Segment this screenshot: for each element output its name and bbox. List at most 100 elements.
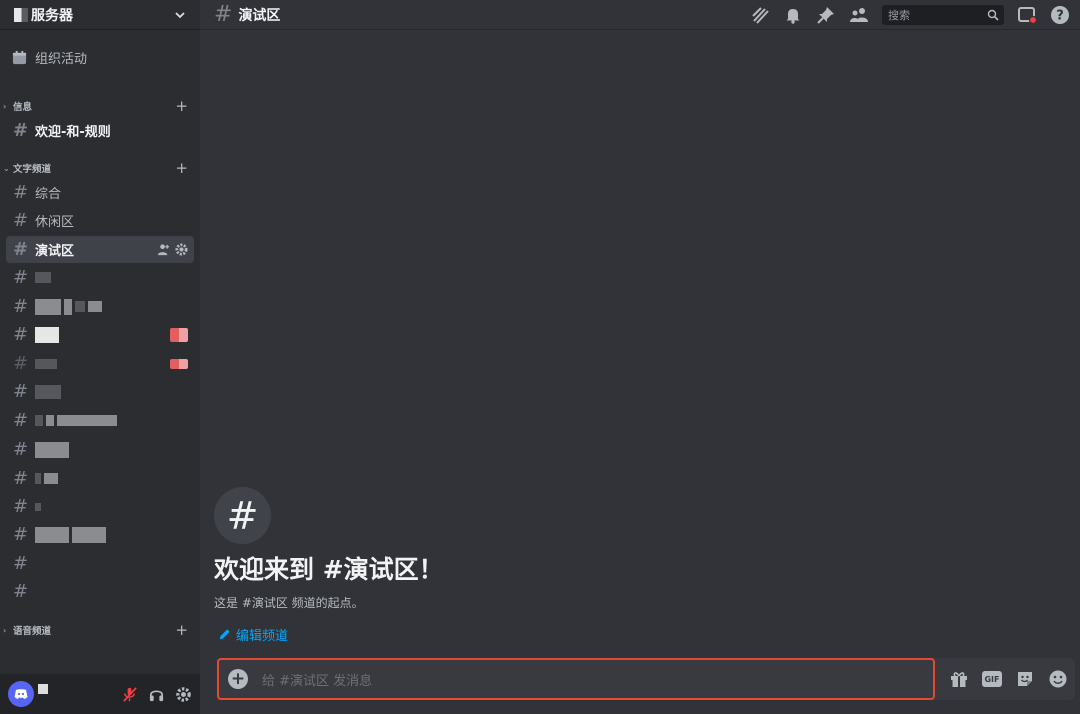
channel-label: 演试区 bbox=[35, 244, 75, 259]
hash-icon: # bbox=[13, 323, 29, 345]
channel-general[interactable]: # 综合 bbox=[6, 179, 194, 206]
hash-icon: # bbox=[13, 266, 29, 288]
sticker-icon[interactable] bbox=[1015, 669, 1035, 689]
channel-obscured[interactable]: # bbox=[6, 293, 194, 320]
gif-button[interactable]: GIF bbox=[982, 671, 1002, 687]
channel-hash-icon: # bbox=[214, 487, 271, 544]
mic-muted-icon[interactable] bbox=[121, 686, 138, 703]
hash-icon: # bbox=[13, 295, 29, 317]
obscured-label bbox=[35, 441, 69, 458]
category-label: 信息 bbox=[13, 102, 33, 113]
search-icon bbox=[987, 9, 999, 21]
members-icon[interactable] bbox=[849, 5, 869, 25]
channel-welcome-rules[interactable]: # 欢迎-和-规则 bbox=[6, 117, 194, 144]
message-placeholder: 给 #演试区 发消息 bbox=[262, 673, 373, 689]
channel-obscured[interactable]: # bbox=[6, 521, 194, 548]
hash-icon: # bbox=[13, 580, 29, 602]
hash-icon: # bbox=[13, 467, 29, 489]
chevron-down-icon: ⌄ bbox=[3, 163, 10, 173]
obscured-label bbox=[35, 502, 41, 511]
pin-icon[interactable] bbox=[816, 5, 836, 25]
inbox-icon[interactable] bbox=[1017, 5, 1037, 25]
chevron-right-icon: › bbox=[3, 625, 7, 635]
hash-icon: # bbox=[13, 352, 29, 374]
bell-icon[interactable] bbox=[783, 5, 803, 25]
category-label: 语音频道 bbox=[13, 626, 52, 637]
channel-obscured[interactable]: # bbox=[6, 493, 194, 520]
message-composer: + 给 #演试区 发消息 GIF bbox=[217, 658, 1075, 700]
search-input[interactable]: 搜索 bbox=[882, 4, 1004, 25]
svg-text:?: ? bbox=[1056, 8, 1064, 23]
hash-icon: # bbox=[13, 495, 29, 517]
obscured-label bbox=[35, 272, 51, 283]
gear-icon[interactable] bbox=[175, 243, 188, 256]
channel-lounge[interactable]: # 休闲区 bbox=[6, 207, 194, 234]
hash-icon: # bbox=[13, 523, 29, 545]
obscured-label bbox=[35, 358, 57, 369]
obscured-label bbox=[35, 384, 61, 399]
user-panel bbox=[0, 674, 200, 714]
username-obscured bbox=[38, 684, 48, 694]
chevron-right-icon: › bbox=[3, 101, 7, 111]
channel-obscured[interactable]: # bbox=[6, 321, 194, 348]
gift-icon[interactable] bbox=[949, 669, 969, 689]
channel-obscured[interactable]: # bbox=[6, 407, 194, 434]
events-label: 组织活动 bbox=[35, 51, 88, 67]
channel-demo-active[interactable]: # 演试区 bbox=[6, 236, 194, 263]
channel-title: 演试区 bbox=[238, 7, 281, 24]
avatar[interactable] bbox=[8, 681, 34, 707]
server-header[interactable]: 服务器 bbox=[0, 0, 200, 30]
welcome-subtitle: 这是 #演试区 频道的起点。 bbox=[214, 596, 364, 610]
channel-obscured[interactable]: # bbox=[6, 550, 194, 577]
emoji-icon[interactable] bbox=[1048, 669, 1068, 689]
pencil-icon bbox=[219, 629, 230, 640]
search-placeholder: 搜索 bbox=[888, 8, 910, 22]
channel-obscured[interactable]: # bbox=[6, 350, 194, 377]
category-info[interactable]: › 信息 + bbox=[0, 97, 200, 115]
channel-label: 休闲区 bbox=[35, 215, 75, 230]
help-icon[interactable]: ? bbox=[1050, 5, 1070, 25]
category-text-channels[interactable]: ⌄ 文字频道 + bbox=[0, 159, 200, 177]
obscured-label bbox=[35, 326, 59, 343]
channel-obscured[interactable]: # bbox=[6, 378, 194, 405]
channel-label: 欢迎-和-规则 bbox=[35, 125, 111, 140]
events-item[interactable]: 组织活动 bbox=[0, 40, 200, 74]
add-channel-icon[interactable]: + bbox=[175, 622, 188, 638]
threads-icon[interactable] bbox=[750, 5, 770, 25]
obscured-label bbox=[35, 526, 69, 543]
category-voice-channels[interactable]: › 语音频道 + bbox=[0, 621, 200, 639]
channel-header: # 演试区 搜索 ? bbox=[200, 0, 1080, 30]
edit-channel-label: 编辑频道 bbox=[236, 629, 289, 644]
calendar-icon bbox=[12, 50, 27, 64]
hash-icon: # bbox=[214, 1, 233, 27]
add-attachment-button[interactable]: + bbox=[228, 669, 248, 689]
hash-icon: # bbox=[13, 181, 29, 203]
discord-logo-icon bbox=[14, 689, 28, 699]
user-settings-gear-icon[interactable] bbox=[175, 686, 192, 703]
obscured-label bbox=[35, 298, 61, 315]
server-icon bbox=[14, 7, 28, 22]
hash-icon: # bbox=[13, 552, 29, 574]
hash-icon: # bbox=[13, 119, 29, 141]
hash-icon: # bbox=[13, 409, 29, 431]
create-invite-icon[interactable] bbox=[157, 243, 170, 256]
obscured-label bbox=[35, 473, 41, 484]
edit-channel-link[interactable]: 编辑频道 bbox=[218, 625, 914, 644]
welcome-title: 欢迎来到 #演试区！ bbox=[214, 555, 444, 584]
channel-obscured[interactable]: # bbox=[6, 436, 194, 463]
chevron-down-icon[interactable] bbox=[174, 9, 186, 21]
channel-welcome: # 欢迎来到 #演试区！ 这是 #演试区 频道的起点。 编辑频道 bbox=[214, 487, 914, 644]
add-channel-icon[interactable]: + bbox=[175, 98, 188, 114]
unread-badge bbox=[170, 358, 188, 369]
server-name: 服务器 bbox=[31, 7, 73, 24]
headphones-icon[interactable] bbox=[148, 686, 165, 703]
channel-obscured[interactable]: # bbox=[6, 264, 194, 291]
channel-label: 综合 bbox=[35, 187, 62, 202]
channel-obscured[interactable]: # bbox=[6, 578, 194, 605]
add-channel-icon[interactable]: + bbox=[175, 160, 188, 176]
channel-obscured[interactable]: # bbox=[6, 465, 194, 492]
hash-icon: # bbox=[13, 438, 29, 460]
hash-icon: # bbox=[13, 380, 29, 402]
message-input[interactable]: + 给 #演试区 发消息 bbox=[217, 658, 935, 700]
category-label: 文字频道 bbox=[13, 164, 52, 175]
